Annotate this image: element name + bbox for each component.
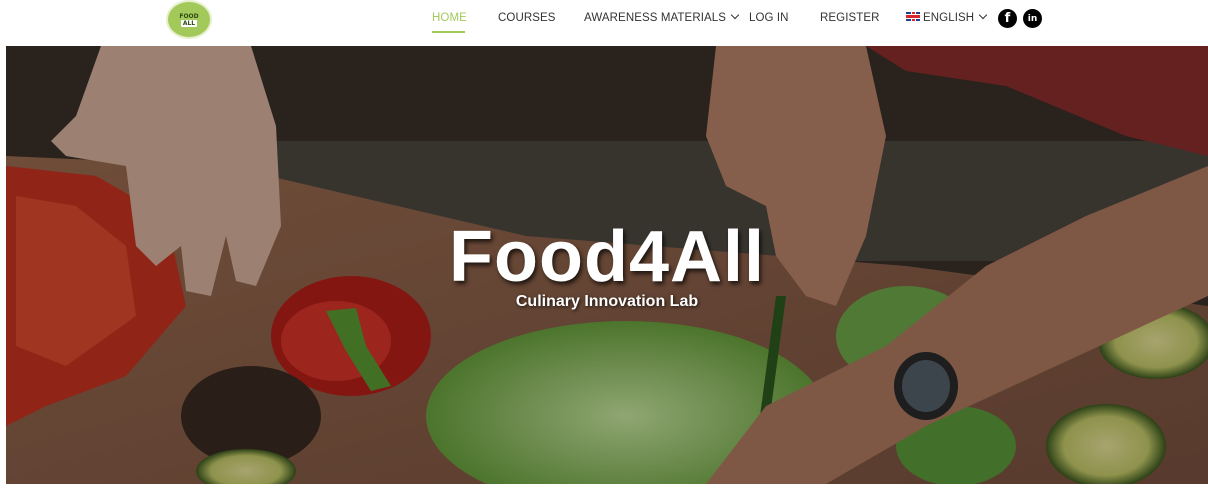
nav-courses[interactable]: COURSES — [498, 12, 556, 24]
facebook-icon[interactable]: f — [998, 9, 1017, 28]
logo-text-food: FOOD — [179, 12, 199, 20]
hero-subtitle: Culinary Innovation Lab — [515, 293, 699, 310]
nav-home[interactable]: HOME — [432, 12, 467, 24]
nav-login[interactable]: LOG IN — [749, 12, 789, 24]
top-navbar: FOOD ALL HOME COURSES AWARENESS MATERIAL… — [0, 0, 1208, 46]
language-selector[interactable]: ENGLISH — [906, 10, 988, 24]
uk-flag-icon — [906, 12, 920, 21]
food4all-logo[interactable]: FOOD ALL — [166, 0, 212, 39]
logo-text-all: ALL — [180, 19, 198, 27]
nav-register[interactable]: REGISTER — [820, 12, 880, 24]
hero-title: Food4All — [449, 217, 765, 297]
nav-awareness-materials[interactable]: AWARENESS MATERIALS — [584, 10, 740, 24]
linkedin-icon[interactable]: in — [1023, 9, 1042, 28]
hero-banner: Food4All Culinary Innovation Lab — [6, 46, 1208, 484]
nav-awareness-label: AWARENESS MATERIALS — [584, 12, 727, 24]
nav-home-underline — [432, 31, 465, 33]
language-label: ENGLISH — [923, 12, 975, 24]
chevron-down-icon — [730, 10, 740, 20]
chevron-down-icon — [978, 10, 988, 20]
